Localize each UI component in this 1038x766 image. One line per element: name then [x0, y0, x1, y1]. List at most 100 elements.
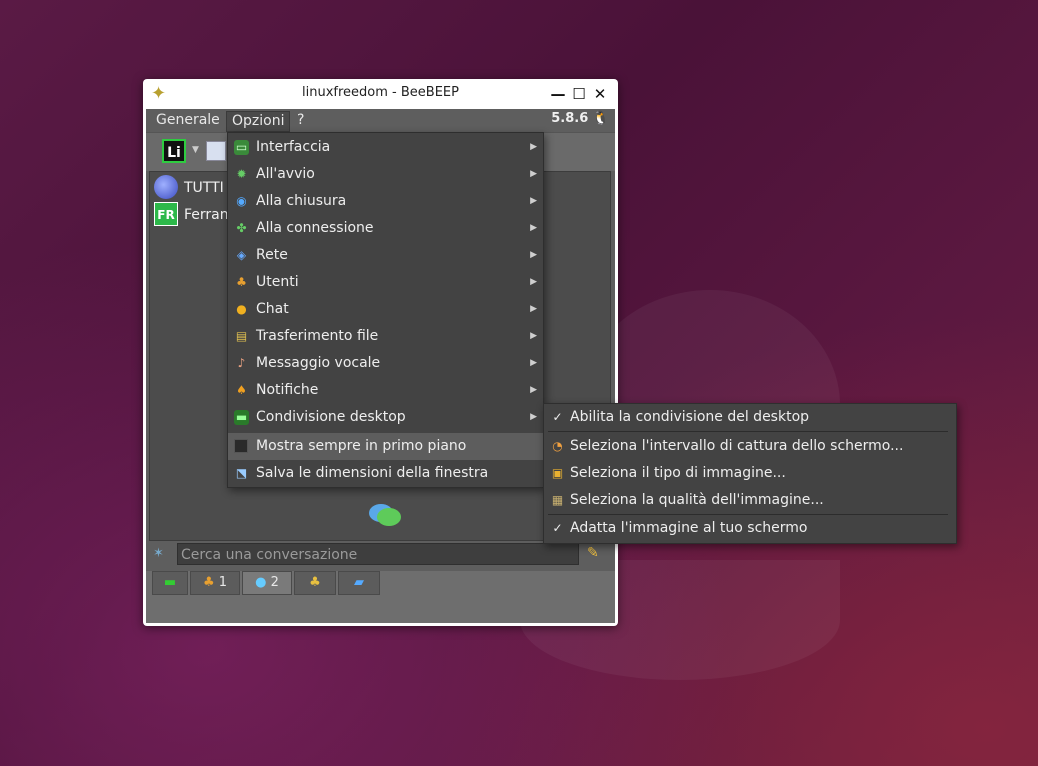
status-badge[interactable]: Li — [162, 139, 186, 163]
monitor-icon: ▭ — [234, 140, 249, 155]
menu-opzioni[interactable]: Opzioni — [226, 111, 291, 132]
image-quality-icon: ▦ — [551, 493, 564, 507]
menu-item-save-size[interactable]: ⬔ Salva le dimensioni della finestra — [228, 460, 543, 487]
tab-label: 2 — [270, 575, 279, 590]
list-item-label: TUTTI — [184, 180, 224, 196]
chats-tab-icon: ● — [255, 575, 267, 590]
version-label: 5.8.6 🐧 — [551, 111, 609, 126]
groups-tab-icon: ♣ — [309, 575, 321, 590]
chevron-down-icon[interactable]: ▼ — [192, 145, 199, 155]
chat-icon: ● — [236, 302, 247, 316]
check-icon: ✓ — [552, 521, 563, 535]
submenu-item-image-quality[interactable]: ▦ Seleziona la qualità dell'immagine... — [544, 487, 956, 514]
tab-groups[interactable]: ♣ — [294, 571, 336, 595]
group-avatar-icon — [154, 175, 178, 199]
menu-generale[interactable]: Generale — [151, 111, 225, 130]
menu-item-label: Rete — [256, 247, 288, 263]
check-icon: ✓ — [552, 410, 563, 424]
submenu-item-label: Seleziona la qualità dell'immagine... — [570, 492, 824, 508]
edit-profile-icon[interactable] — [206, 141, 226, 161]
menu-item-label: Alla chiusura — [256, 193, 347, 209]
menu-item-interfaccia[interactable]: ▭ Interfaccia ▶ — [228, 134, 543, 161]
menu-item-messaggio-vocale[interactable]: ♪ Messaggio vocale ▶ — [228, 350, 543, 377]
menu-help[interactable]: ? — [292, 111, 309, 130]
chevron-right-icon: ▶ — [530, 331, 537, 341]
menu-item-condivisione-desktop[interactable]: ▬ Condivisione desktop ▶ — [228, 404, 543, 431]
submenu-item-label: Seleziona l'intervallo di cattura dello … — [570, 438, 904, 454]
bell-icon: ♠ — [236, 383, 247, 397]
menu-item-label: Mostra sempre in primo piano — [256, 438, 467, 454]
image-type-icon: ▣ — [551, 466, 564, 480]
minimize-button[interactable]: — — [547, 83, 569, 105]
submenu-item-fit-screen[interactable]: ✓ Adatta l'immagine al tuo schermo — [544, 515, 956, 542]
menu-item-chat[interactable]: ● Chat ▶ — [228, 296, 543, 323]
chevron-right-icon: ▶ — [530, 358, 537, 368]
microphone-icon: ♪ — [237, 356, 246, 370]
menu-item-label: Utenti — [256, 274, 299, 290]
menu-separator — [548, 431, 948, 432]
tab-chats[interactable]: ● 2 — [242, 571, 292, 595]
menu-item-label: Messaggio vocale — [256, 355, 381, 371]
menu-item-trasferimento-file[interactable]: ▤ Trasferimento file ▶ — [228, 323, 543, 350]
power-icon: ◉ — [236, 194, 247, 208]
desktop-share-icon: ▬ — [234, 410, 249, 425]
menu-item-notifiche[interactable]: ♠ Notifiche ▶ — [228, 377, 543, 404]
clear-search-icon[interactable]: ✎ — [587, 545, 599, 561]
tab-files[interactable]: ▰ — [338, 571, 380, 595]
tab-bar: ▬ ♣ 1 ● 2 ♣ ▰ — [146, 571, 615, 623]
file-transfer-icon: ▤ — [235, 329, 248, 343]
always-on-top-checkbox[interactable] — [234, 439, 248, 453]
chevron-right-icon: ▶ — [530, 385, 537, 395]
chevron-right-icon: ▶ — [530, 250, 537, 260]
chat-bubbles-icon — [369, 504, 401, 526]
menu-item-label: Trasferimento file — [256, 328, 379, 344]
tab-users[interactable]: ♣ 1 — [190, 571, 240, 595]
tux-icon: 🐧 — [592, 111, 609, 126]
menu-item-label: Interfaccia — [256, 139, 331, 155]
resize-window-icon: ⬔ — [235, 466, 248, 480]
submenu-item-enable-sharing[interactable]: ✓ Abilita la condivisione del desktop — [544, 404, 956, 431]
menu-item-allavvio[interactable]: ✹ All'avvio ▶ — [228, 161, 543, 188]
timer-icon: ◔ — [552, 439, 563, 453]
menu-item-label: Alla connessione — [256, 220, 374, 236]
maximize-button[interactable]: ☐ — [568, 83, 590, 105]
menu-item-label: Condivisione desktop — [256, 409, 406, 425]
avatar: FR — [154, 202, 178, 226]
submenu-item-image-type[interactable]: ▣ Seleziona il tipo di immagine... — [544, 460, 956, 487]
chevron-right-icon: ▶ — [530, 142, 537, 152]
menu-bar: Generale Opzioni ? 5.8.6 🐧 — [146, 109, 615, 132]
menu-item-utenti[interactable]: ♣ Utenti ▶ — [228, 269, 543, 296]
home-tab-icon: ▬ — [163, 575, 177, 590]
close-button[interactable]: ✕ — [589, 83, 611, 105]
search-bar: ✶ Cerca una conversazione ✎ — [146, 541, 615, 569]
chevron-right-icon: ▶ — [530, 304, 537, 314]
tab-home[interactable]: ▬ — [152, 571, 188, 595]
menu-item-always-on-top[interactable]: Mostra sempre in primo piano — [228, 433, 543, 460]
menu-item-alla-connessione[interactable]: ✤ Alla connessione ▶ — [228, 215, 543, 242]
submenu-item-label: Abilita la condivisione del desktop — [570, 409, 810, 425]
menu-item-label: Chat — [256, 301, 289, 317]
connection-icon: ✤ — [236, 221, 247, 235]
network-icon: ◈ — [236, 248, 247, 262]
version-text: 5.8.6 — [551, 111, 589, 126]
menu-item-alla-chiusura[interactable]: ◉ Alla chiusura ▶ — [228, 188, 543, 215]
users-tab-icon: ♣ — [202, 575, 215, 590]
list-item-label: Ferran — [184, 207, 229, 223]
search-input[interactable]: Cerca una conversazione — [177, 543, 579, 565]
chevron-right-icon: ▶ — [530, 412, 537, 422]
chevron-right-icon: ▶ — [530, 223, 537, 233]
files-tab-icon: ▰ — [354, 575, 364, 590]
options-menu: ▭ Interfaccia ▶ ✹ All'avvio ▶ ◉ Alla chi… — [227, 132, 544, 488]
submenu-item-capture-interval[interactable]: ◔ Seleziona l'intervallo di cattura dell… — [544, 433, 956, 460]
menu-item-label: Salva le dimensioni della finestra — [256, 465, 489, 481]
submenu-item-label: Seleziona il tipo di immagine... — [570, 465, 786, 481]
submenu-item-label: Adatta l'immagine al tuo schermo — [570, 520, 808, 536]
filter-icon[interactable]: ✶ — [153, 546, 164, 561]
chevron-right-icon: ▶ — [530, 196, 537, 206]
menu-item-rete[interactable]: ◈ Rete ▶ — [228, 242, 543, 269]
users-icon: ♣ — [236, 275, 247, 289]
gear-icon: ✹ — [236, 167, 247, 181]
chevron-right-icon: ▶ — [530, 169, 537, 179]
title-bar[interactable]: ✦ linuxfreedom - BeeBEEP — ☐ ✕ — [143, 79, 618, 109]
menu-item-label: All'avvio — [256, 166, 315, 182]
